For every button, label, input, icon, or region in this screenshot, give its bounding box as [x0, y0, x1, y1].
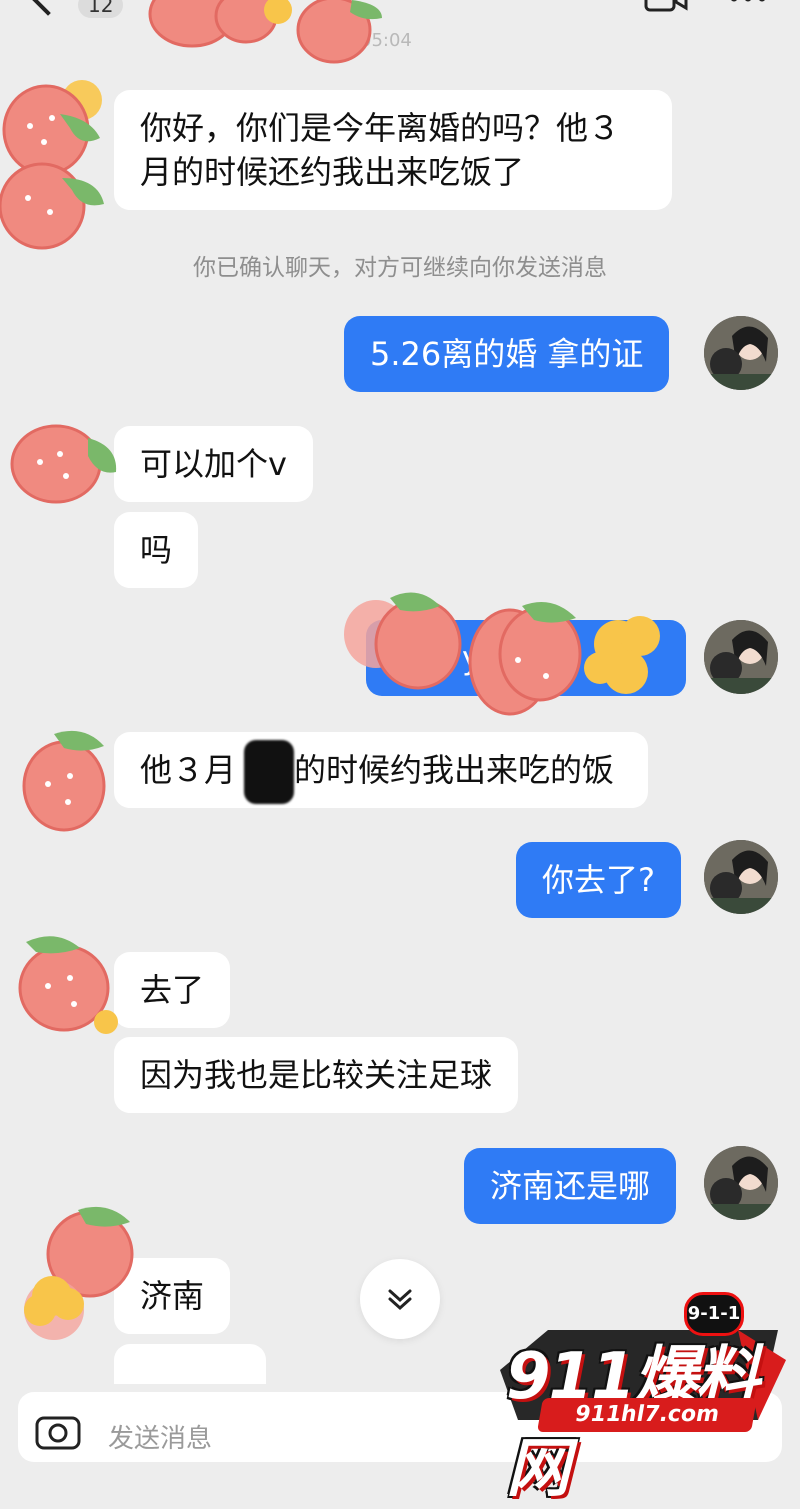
watermark-url: 911hl7.com: [537, 1398, 757, 1432]
message-text: 济南: [140, 1277, 205, 1315]
message-text: 可以加个v: [140, 445, 287, 483]
message-text: 吗: [140, 531, 173, 569]
message-text: 你去了?: [542, 861, 655, 899]
strawberry-sticker: [24, 1206, 134, 1340]
watermark-badge: 9-1-1: [684, 1292, 744, 1336]
more-icon[interactable]: [726, 0, 770, 8]
avatar[interactable]: [704, 840, 778, 914]
unread-count-badge[interactable]: 12: [78, 0, 124, 18]
message-bubble-outgoing[interactable]: 济南还是哪: [464, 1148, 677, 1224]
message-text: 济南还是哪: [490, 1167, 651, 1205]
system-notice: 你已确认聊天，对方可继续向你发送消息: [193, 255, 607, 281]
strawberry-sticker: [10, 424, 117, 504]
avatar[interactable]: [704, 1146, 778, 1220]
chevron-down-icon: [388, 1289, 412, 1311]
message-bubble-incoming[interactable]: 可以加个v: [114, 426, 313, 502]
camera-icon[interactable]: [34, 1410, 82, 1450]
message-bubble-incoming[interactable]: 他３月 的时候约我出来吃的饭: [114, 732, 648, 808]
strawberry-sticker: [22, 730, 106, 832]
message-text-before: 他３月: [140, 751, 237, 789]
message-bubble-incoming[interactable]: 你好，你们是今年离婚的吗？他３月的时候还约我出来吃饭了: [114, 90, 672, 210]
strawberry-sticker: [0, 80, 104, 250]
message-input-placeholder[interactable]: 发送消息: [108, 1418, 212, 1455]
message-text: 因为我也是比较关注足球: [140, 1056, 493, 1094]
scroll-down-button[interactable]: [360, 1259, 440, 1339]
message-text: 去了: [140, 971, 205, 1009]
avatar[interactable]: [704, 620, 778, 694]
message-text: 5.26离的婚 拿的证: [370, 335, 644, 373]
message-bubble-incoming-partial[interactable]: [114, 1344, 266, 1384]
message-bubble-incoming[interactable]: 去了: [114, 952, 231, 1028]
message-text-after: 的时候约我出来吃的饭: [294, 751, 615, 789]
strawberry-sticker: [344, 592, 660, 716]
message-text: 你好，你们是今年离婚的吗？他３月的时候还约我出来吃饭了: [140, 109, 621, 191]
top-bar: 12: [0, 0, 800, 28]
message-bubble-incoming[interactable]: 吗: [114, 512, 199, 588]
message-bubble-outgoing[interactable]: 5.26离的婚 拿的证: [344, 316, 670, 392]
back-chevron-icon[interactable]: [28, 0, 68, 16]
avatar[interactable]: [704, 316, 778, 390]
strawberry-sticker: [18, 936, 118, 1034]
strawberry-sticker: [148, 0, 382, 64]
video-call-icon[interactable]: [644, 0, 688, 14]
message-bubble-outgoing[interactable]: 你去了?: [516, 842, 681, 918]
redaction-mark: [244, 740, 294, 804]
message-bubble-incoming[interactable]: 因为我也是比较关注足球: [114, 1037, 519, 1113]
